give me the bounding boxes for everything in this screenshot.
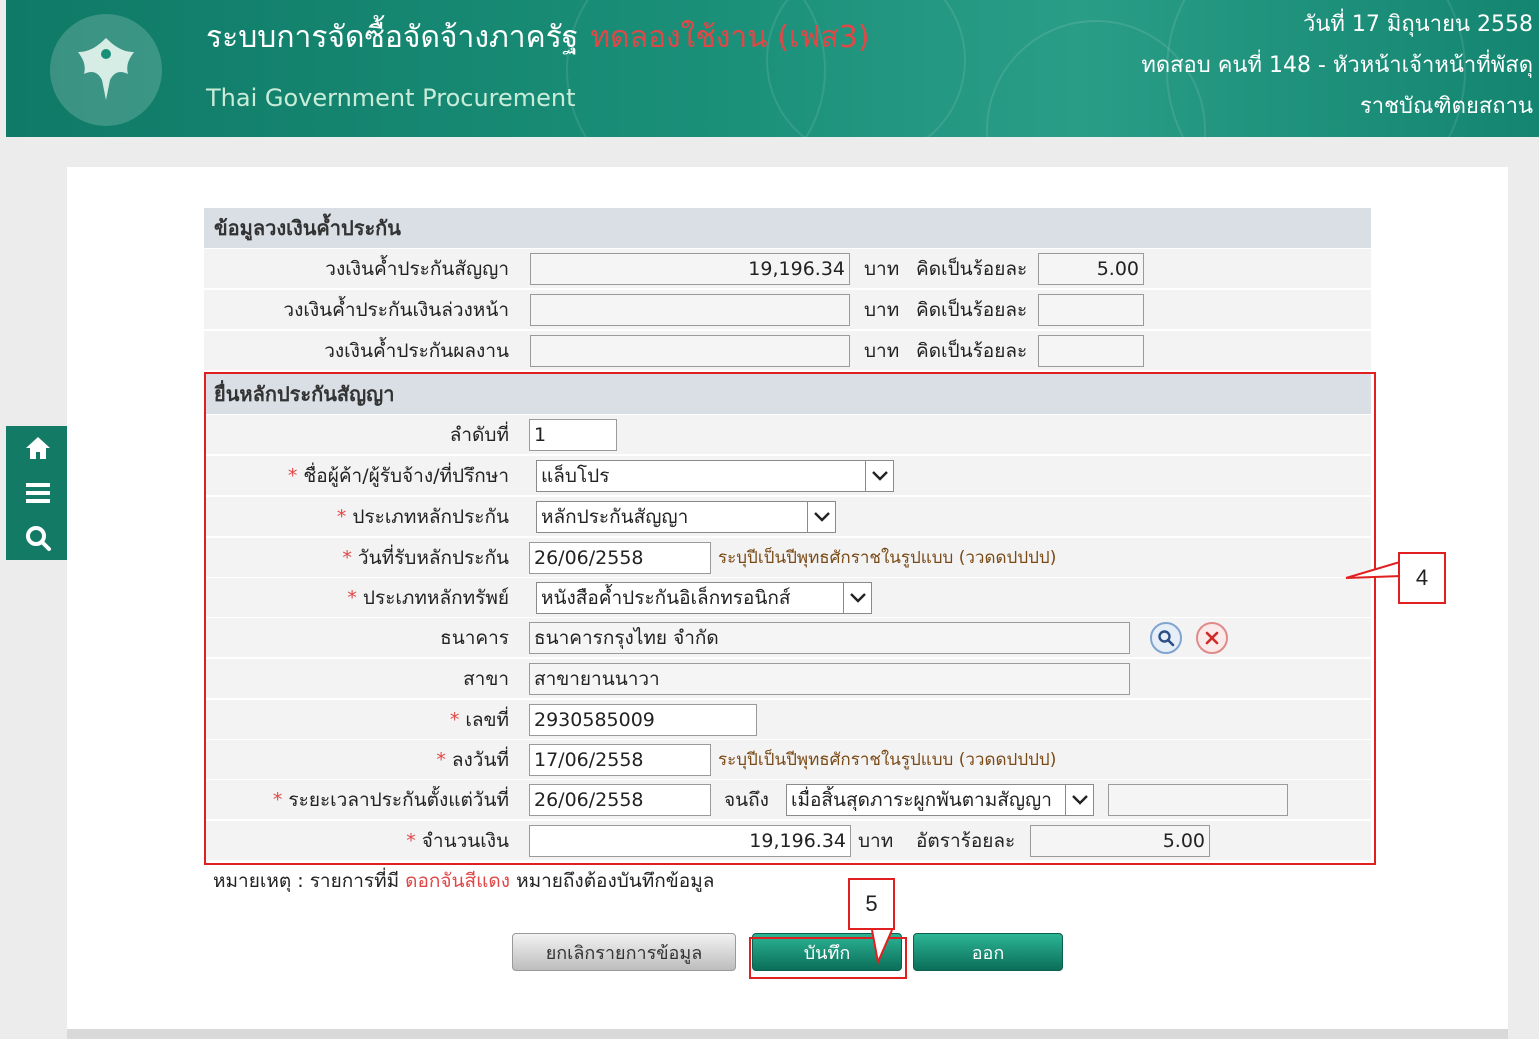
performance-guarantee-amount-row: วงเงินค้ำประกันผลงาน บาท คิดเป็นร้อยละ [204, 331, 1371, 371]
annotation-pointer-4 [1345, 561, 1401, 579]
guarantee-amounts-heading: ข้อมูลวงเงินค้ำประกัน [204, 208, 1371, 248]
garuda-logo-icon [50, 14, 162, 126]
cancel-button[interactable]: ยกเลิกรายการข้อมูล [512, 933, 736, 971]
annotation-label-5: 5 [848, 878, 895, 930]
header-banner: ระบบการจัดซื้อจัดจ้างภาครัฐ ทดลองใช้งาน (… [6, 0, 1539, 137]
required-field-note: หมายเหตุ : รายการที่มี ดอกจันสีแดง หมายถ… [213, 870, 715, 892]
advance-guarantee-amount-row: วงเงินค้ำประกันเงินล่วงหน้า บาท คิดเป็นร… [204, 290, 1371, 330]
contract-guarantee-amount-field: 19,196.34 [530, 253, 850, 285]
annotation-frame-4 [204, 372, 1376, 865]
unit-label: บาท [864, 340, 900, 362]
system-subtitle: Thai Government Procurement [206, 84, 576, 112]
unit-label: บาท [864, 299, 900, 321]
unit-label: บาท [864, 258, 900, 280]
exit-button[interactable]: ออก [913, 933, 1063, 971]
system-title: ระบบการจัดซื้อจัดจ้างภาครัฐ ทดลองใช้งาน (… [206, 20, 870, 55]
note-red-text: ดอกจันสีแดง [405, 870, 511, 892]
footer-strip [67, 1029, 1508, 1039]
menu-icon[interactable] [18, 473, 58, 513]
current-date: วันที่ 17 มิถุนายน 2558 [1302, 12, 1533, 37]
contract-guarantee-percent-field: 5.00 [1038, 253, 1144, 285]
trial-label: ทดลองใช้งาน (เฟส3) [590, 20, 870, 55]
field-label: วงเงินค้ำประกันสัญญา [325, 258, 509, 280]
percent-label: คิดเป็นร้อยละ [916, 299, 1028, 321]
field-label: วงเงินค้ำประกันผลงาน [324, 340, 509, 362]
percent-label: คิดเป็นร้อยละ [916, 258, 1028, 280]
field-label: วงเงินค้ำประกันเงินล่วงหน้า [283, 299, 509, 321]
advance-guarantee-percent-field [1038, 294, 1144, 326]
performance-guarantee-percent-field [1038, 335, 1144, 367]
organization: ราชบัณฑิตยสถาน [1359, 94, 1533, 119]
user-info: วันที่ 17 มิถุนายน 2558 ทดสอบ คนที่ 148 … [1141, 4, 1533, 127]
search-icon[interactable] [18, 518, 58, 558]
side-toolbar [6, 426, 69, 560]
percent-label: คิดเป็นร้อยละ [916, 340, 1028, 362]
contract-guarantee-amount-row: วงเงินค้ำประกันสัญญา 19,196.34 บาท คิดเป… [204, 249, 1371, 289]
performance-guarantee-amount-field [530, 335, 850, 367]
annotation-label-4: 4 [1398, 552, 1446, 604]
current-user: ทดสอบ คนที่ 148 - หัวหน้าเจ้าหน้าที่พัสด… [1141, 53, 1533, 78]
annotation-pointer-5 [871, 929, 893, 966]
advance-guarantee-amount-field [530, 294, 850, 326]
home-icon[interactable] [18, 428, 58, 468]
